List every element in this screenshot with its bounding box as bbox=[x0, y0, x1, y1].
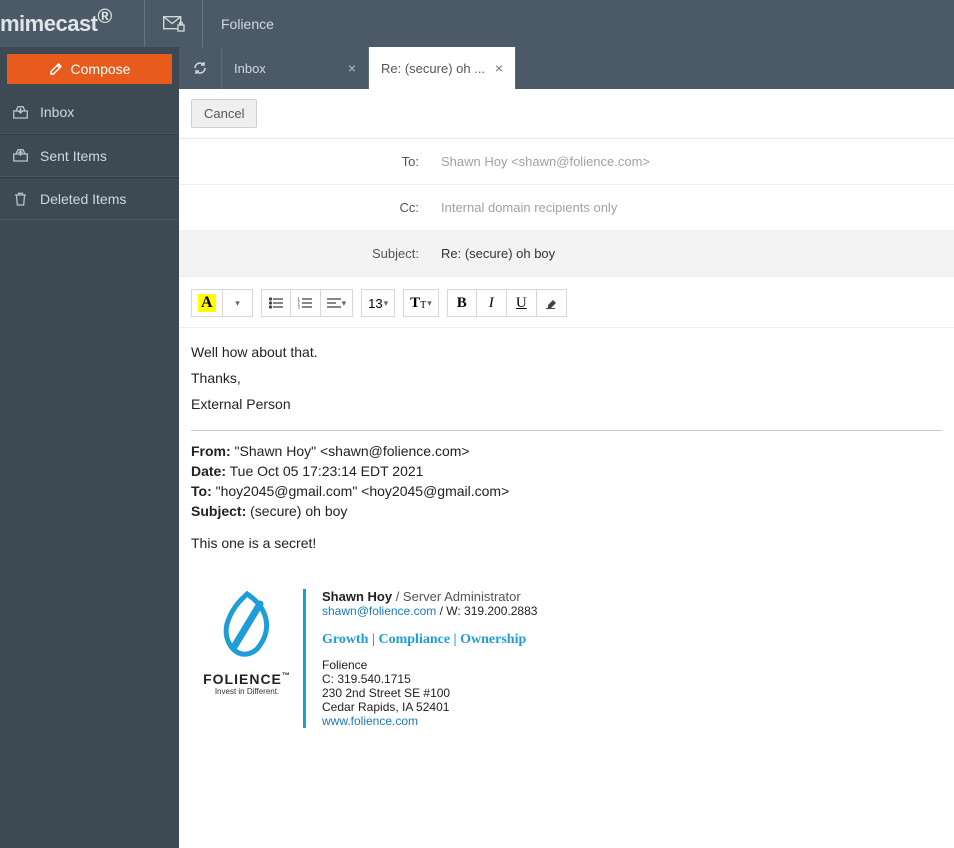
bullet-list-icon bbox=[269, 297, 283, 309]
signature-tagline: Growth | Compliance | Ownership bbox=[322, 632, 537, 648]
app-name-text: Folience bbox=[221, 16, 274, 32]
quoted-date-label: Date: bbox=[191, 463, 226, 479]
quoted-body: This one is a secret! bbox=[191, 535, 942, 551]
signature-company: Folience bbox=[322, 658, 537, 672]
signature-phone: 319.200.2883 bbox=[464, 604, 537, 618]
italic-icon: I bbox=[489, 295, 494, 312]
cancel-button[interactable]: Cancel bbox=[191, 99, 257, 128]
format-toolbar: A 123 13 TT B I bbox=[179, 277, 954, 328]
tab-inbox[interactable]: Inbox × bbox=[222, 47, 369, 89]
number-list-icon: 123 bbox=[298, 297, 312, 309]
signature-block: FOLIENCE™ Invest in Different. Shawn Hoy… bbox=[191, 589, 942, 728]
font-a-icon: A bbox=[198, 294, 216, 312]
sidebar: Compose Inbox Sent Items Deleted Items bbox=[0, 47, 179, 848]
sidebar-item-sent[interactable]: Sent Items bbox=[0, 134, 179, 177]
cc-label: Cc: bbox=[179, 200, 437, 215]
quote-separator bbox=[191, 430, 942, 431]
tab-strip: Inbox × Re: (secure) oh ... × bbox=[179, 47, 954, 89]
bold-icon: B bbox=[457, 295, 467, 312]
body-line: Thanks, bbox=[191, 370, 942, 386]
align-icon bbox=[327, 297, 341, 309]
to-input[interactable] bbox=[437, 148, 954, 175]
quoted-subject-label: Subject: bbox=[191, 503, 246, 519]
signature-logo-text: FOLIENCE™ bbox=[203, 671, 291, 687]
body-line: Well how about that. bbox=[191, 344, 942, 360]
font-color-button[interactable]: A bbox=[191, 289, 223, 317]
quoted-subject-value: (secure) oh boy bbox=[246, 503, 347, 519]
bullet-list-button[interactable] bbox=[261, 289, 291, 317]
leaf-icon bbox=[212, 589, 282, 665]
refresh-icon bbox=[192, 60, 208, 76]
quoted-message: From: "Shawn Hoy" <shawn@folience.com> D… bbox=[191, 443, 942, 551]
signature-divider bbox=[303, 589, 306, 728]
top-bar: mimecast® Folience bbox=[0, 0, 954, 47]
body-line: External Person bbox=[191, 396, 942, 412]
signature-email[interactable]: shawn@folience.com bbox=[322, 604, 436, 618]
app-name: Folience bbox=[203, 0, 274, 47]
compose-label: Compose bbox=[71, 61, 131, 77]
underline-button[interactable]: U bbox=[507, 289, 537, 317]
quoted-to-value: "hoy2045@gmail.com" <hoy2045@gmail.com> bbox=[212, 483, 510, 499]
tab-label: Re: (secure) oh ... bbox=[381, 61, 485, 76]
signature-addr1: 230 2nd Street SE #100 bbox=[322, 686, 537, 700]
heading-icon: T bbox=[410, 295, 420, 312]
message-body[interactable]: Well how about that. Thanks, External Pe… bbox=[179, 328, 954, 848]
svg-text:3: 3 bbox=[298, 305, 300, 309]
inbox-icon bbox=[12, 106, 28, 119]
heading-sub-icon: T bbox=[420, 300, 426, 311]
quoted-date-value: Tue Oct 05 17:23:14 EDT 2021 bbox=[226, 463, 423, 479]
signature-title: Server Administrator bbox=[403, 589, 521, 604]
italic-button[interactable]: I bbox=[477, 289, 507, 317]
sidebar-item-label: Deleted Items bbox=[40, 191, 126, 207]
trash-icon bbox=[12, 192, 28, 206]
font-size-value: 13 bbox=[368, 296, 382, 311]
sidebar-item-label: Sent Items bbox=[40, 148, 107, 164]
sidebar-item-inbox[interactable]: Inbox bbox=[0, 91, 179, 134]
number-list-button[interactable]: 123 bbox=[291, 289, 321, 317]
sidebar-item-deleted[interactable]: Deleted Items bbox=[0, 177, 179, 220]
font-size-button[interactable]: 13 bbox=[361, 289, 395, 317]
subject-label: Subject: bbox=[179, 246, 437, 261]
to-row: To: bbox=[179, 139, 954, 185]
align-button[interactable] bbox=[321, 289, 354, 317]
subject-input[interactable] bbox=[437, 240, 954, 267]
bold-button[interactable]: B bbox=[447, 289, 477, 317]
close-icon[interactable]: × bbox=[495, 60, 503, 76]
tab-label: Inbox bbox=[234, 61, 266, 76]
quoted-to-label: To: bbox=[191, 483, 212, 499]
signature-logo-tagline: Invest in Different. bbox=[215, 687, 279, 696]
eraser-button[interactable] bbox=[537, 289, 567, 317]
brand-logo: mimecast® bbox=[0, 0, 145, 47]
signature-body: Shawn Hoy / Server Administrator shawn@f… bbox=[322, 589, 537, 728]
mail-lock-icon[interactable] bbox=[145, 0, 203, 47]
quoted-from-label: From: bbox=[191, 443, 231, 459]
tab-compose-active[interactable]: Re: (secure) oh ... × bbox=[369, 47, 516, 89]
compose-button[interactable]: Compose bbox=[7, 54, 172, 84]
cc-input[interactable] bbox=[437, 194, 954, 221]
signature-logo: FOLIENCE™ Invest in Different. bbox=[191, 589, 303, 728]
brand-text: mimecast bbox=[0, 11, 98, 37]
header-fields: To: Cc: Subject: bbox=[179, 139, 954, 277]
quoted-from-value: "Shawn Hoy" <shawn@folience.com> bbox=[231, 443, 470, 459]
refresh-button[interactable] bbox=[179, 47, 222, 89]
close-icon[interactable]: × bbox=[348, 60, 356, 76]
compose-actions: Cancel bbox=[179, 89, 954, 139]
to-label: To: bbox=[179, 154, 437, 169]
signature-addr2: Cedar Rapids, IA 52401 bbox=[322, 700, 537, 714]
signature-name: Shawn Hoy bbox=[322, 589, 392, 604]
signature-website[interactable]: www.folience.com bbox=[322, 714, 418, 728]
content-area: Inbox × Re: (secure) oh ... × Cancel To:… bbox=[179, 47, 954, 848]
eraser-icon bbox=[544, 297, 558, 309]
brand-reg-mark: ® bbox=[98, 6, 113, 29]
signature-cell: C: 319.540.1715 bbox=[322, 672, 537, 686]
pencil-icon bbox=[49, 62, 63, 76]
sidebar-item-label: Inbox bbox=[40, 104, 74, 120]
outbox-icon bbox=[12, 149, 28, 162]
heading-button[interactable]: TT bbox=[403, 289, 439, 317]
subject-row: Subject: bbox=[179, 231, 954, 277]
font-color-dropdown[interactable] bbox=[223, 289, 253, 317]
underline-icon: U bbox=[516, 295, 527, 312]
cc-row: Cc: bbox=[179, 185, 954, 231]
